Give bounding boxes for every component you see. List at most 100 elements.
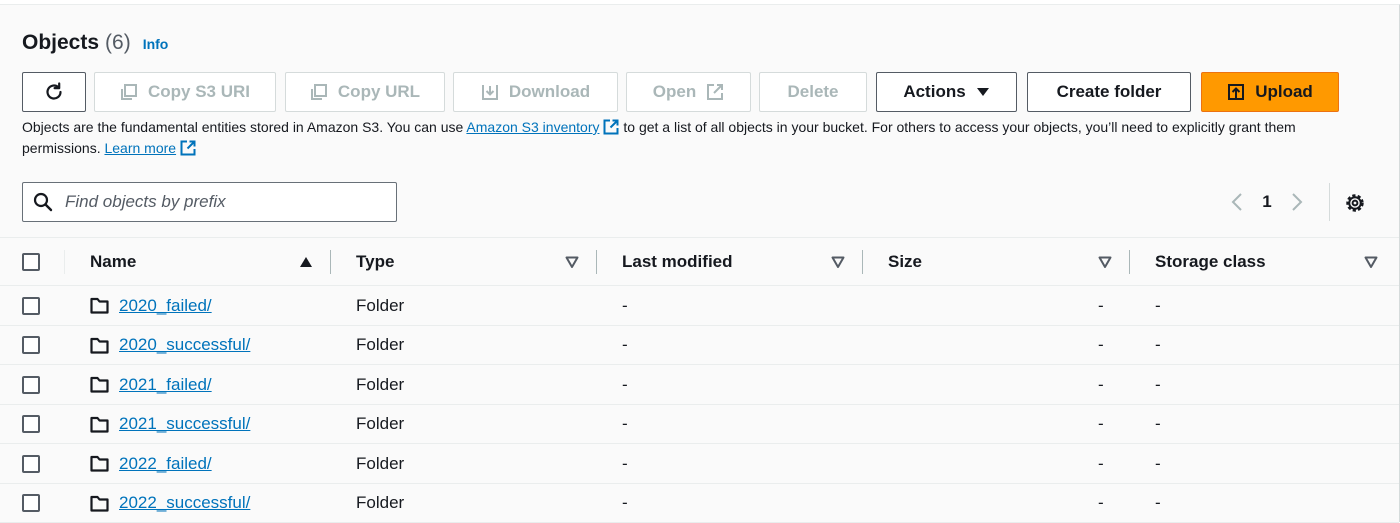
- objects-header: Objects (6) Info: [22, 31, 168, 61]
- search-box[interactable]: [22, 182, 397, 222]
- name-cell: 2020_successful/: [90, 326, 250, 365]
- sort-icon[interactable]: [1098, 255, 1112, 269]
- column-header-last-modified[interactable]: Last modified: [622, 238, 733, 286]
- column-divider[interactable]: [862, 250, 863, 274]
- info-link[interactable]: Info: [143, 36, 169, 52]
- last-modified-cell: -: [622, 484, 628, 523]
- storage-class-cell: -: [1155, 365, 1161, 404]
- external-link-icon: [706, 83, 724, 101]
- row-checkbox[interactable]: [22, 494, 40, 512]
- folder-link[interactable]: 2021_failed/: [119, 375, 212, 395]
- storage-class-cell: -: [1155, 286, 1161, 325]
- download-button[interactable]: Download: [453, 72, 618, 112]
- table-row[interactable]: 2022_failed/ Folder - - -: [0, 444, 1399, 484]
- row-select-cell: [22, 326, 40, 365]
- learn-more-link[interactable]: Learn more: [104, 140, 176, 156]
- copy-s3-uri-button[interactable]: Copy S3 URI: [94, 72, 276, 112]
- last-modified-cell: -: [622, 365, 628, 404]
- object-count: (6): [105, 31, 131, 55]
- row-select-cell: [22, 484, 40, 523]
- table-header: Name Type Last modified Size Storage cla…: [0, 237, 1399, 286]
- previous-page-button[interactable]: [1224, 185, 1250, 219]
- folder-link[interactable]: 2022_failed/: [119, 454, 212, 474]
- folder-link[interactable]: 2020_failed/: [119, 296, 212, 316]
- row-checkbox[interactable]: [22, 455, 40, 473]
- folder-icon: [90, 337, 109, 354]
- open-button[interactable]: Open: [626, 72, 751, 112]
- table-row[interactable]: 2021_failed/ Folder - - -: [0, 365, 1399, 405]
- column-divider[interactable]: [596, 250, 597, 274]
- sort-icon[interactable]: [1364, 255, 1378, 269]
- chevron-left-icon: [1230, 192, 1244, 212]
- amazon-s3-inventory-link[interactable]: Amazon S3 inventory: [466, 119, 599, 135]
- name-cell: 2021_failed/: [90, 365, 212, 404]
- row-checkbox[interactable]: [22, 297, 40, 315]
- sort-icon[interactable]: [565, 255, 579, 269]
- table-row[interactable]: 2021_successful/ Folder - - -: [0, 405, 1399, 445]
- delete-button[interactable]: Delete: [759, 72, 867, 112]
- type-cell: Folder: [356, 484, 404, 523]
- objects-description: Objects are the fundamental entities sto…: [22, 117, 1367, 158]
- folder-icon: [90, 416, 109, 433]
- description-text-1: Objects are the fundamental entities sto…: [22, 119, 466, 135]
- last-modified-cell: -: [622, 286, 628, 325]
- preferences-button[interactable]: [1342, 190, 1368, 216]
- actions-dropdown[interactable]: Actions: [876, 72, 1017, 112]
- upload-label: Upload: [1255, 82, 1313, 102]
- copy-url-button[interactable]: Copy URL: [285, 72, 445, 112]
- folder-icon: [90, 297, 109, 314]
- gear-icon: [1342, 190, 1368, 216]
- pager-divider: [1329, 183, 1330, 221]
- chevron-right-icon: [1290, 192, 1304, 212]
- last-modified-cell: -: [622, 444, 628, 483]
- row-checkbox[interactable]: [22, 336, 40, 354]
- table-row[interactable]: 2020_successful/ Folder - - -: [0, 326, 1399, 366]
- name-cell: 2022_successful/: [90, 484, 250, 523]
- refresh-button[interactable]: [22, 72, 86, 112]
- actions-label: Actions: [903, 82, 965, 102]
- refresh-icon: [43, 81, 65, 103]
- column-divider[interactable]: [1129, 250, 1130, 274]
- table-row[interactable]: 2020_failed/ Folder - - -: [0, 286, 1399, 326]
- copy-url-label: Copy URL: [338, 82, 420, 102]
- table-body: 2020_failed/ Folder - - - 2020_successfu…: [0, 286, 1399, 523]
- column-divider: [64, 250, 65, 274]
- folder-link[interactable]: 2022_successful/: [119, 493, 250, 513]
- name-cell: 2021_successful/: [90, 405, 250, 444]
- upload-icon: [1227, 83, 1245, 101]
- search-input[interactable]: [63, 191, 383, 213]
- column-divider[interactable]: [330, 250, 331, 274]
- column-header-storage-class[interactable]: Storage class: [1155, 238, 1266, 286]
- row-select-cell: [22, 365, 40, 404]
- copy-icon: [310, 83, 328, 101]
- last-modified-cell: -: [622, 405, 628, 444]
- upload-button[interactable]: Upload: [1201, 72, 1339, 112]
- folder-link[interactable]: 2021_successful/: [119, 414, 250, 434]
- storage-class-cell: -: [1155, 444, 1161, 483]
- external-link-icon: [603, 119, 619, 135]
- row-checkbox[interactable]: [22, 415, 40, 433]
- storage-class-cell: -: [1155, 326, 1161, 365]
- size-cell: -: [1098, 405, 1104, 444]
- open-label: Open: [653, 82, 696, 102]
- column-header-name[interactable]: Name: [90, 238, 136, 286]
- download-label: Download: [509, 82, 590, 102]
- select-all-checkbox[interactable]: [22, 253, 40, 271]
- sort-icon[interactable]: [831, 255, 845, 269]
- sort-ascending-icon[interactable]: [299, 255, 313, 269]
- folder-link[interactable]: 2020_successful/: [119, 335, 250, 355]
- folder-icon: [90, 376, 109, 393]
- page-number[interactable]: 1: [1250, 192, 1284, 212]
- name-cell: 2020_failed/: [90, 286, 212, 325]
- type-cell: Folder: [356, 365, 404, 404]
- table-row[interactable]: 2022_successful/ Folder - - -: [0, 484, 1399, 523]
- column-header-size[interactable]: Size: [888, 238, 922, 286]
- type-cell: Folder: [356, 326, 404, 365]
- type-cell: Folder: [356, 405, 404, 444]
- create-folder-label: Create folder: [1057, 82, 1162, 102]
- row-checkbox[interactable]: [22, 376, 40, 394]
- create-folder-button[interactable]: Create folder: [1027, 72, 1191, 112]
- size-cell: -: [1098, 286, 1104, 325]
- next-page-button[interactable]: [1284, 185, 1310, 219]
- column-header-type[interactable]: Type: [356, 238, 394, 286]
